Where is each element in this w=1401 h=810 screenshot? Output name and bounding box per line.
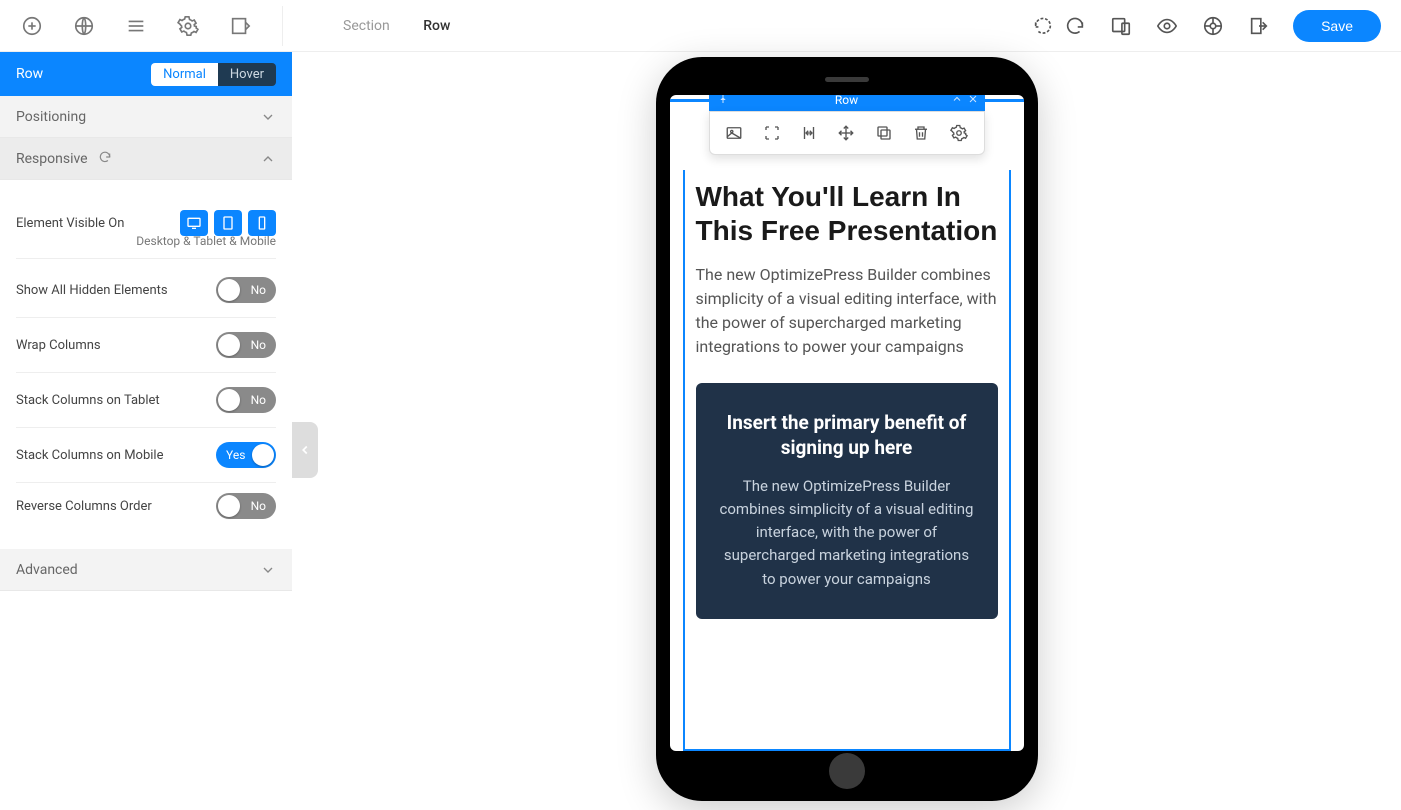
phone-frame: Row What You'll L [656,57,1038,801]
collapse-icon[interactable] [951,95,963,108]
sidebar-title: Row [16,66,43,82]
page-content[interactable]: What You'll Learn In This Free Presentat… [670,99,1024,619]
undo-icon[interactable] [1031,14,1055,38]
visible-on-summary: Desktop & Tablet & Mobile [16,234,276,248]
save-button[interactable]: Save [1293,10,1381,42]
popout-icon[interactable] [228,14,252,38]
top-toolbar: Section Row Save [0,0,1401,52]
pin-icon[interactable] [717,95,729,108]
help-icon[interactable] [1201,14,1225,38]
visible-on-label: Element Visible On [16,216,124,231]
redo-icon[interactable] [1063,14,1087,38]
section-responsive-label: Responsive [16,151,88,167]
gear-icon[interactable] [176,14,200,38]
state-toggle: Normal Hover [151,63,276,86]
card-paragraph[interactable]: The new OptimizePress Builder combines s… [720,475,974,591]
rows-icon[interactable] [124,14,148,38]
show-hidden-toggle[interactable]: No [216,277,276,303]
wrap-columns-toggle[interactable]: No [216,332,276,358]
card-heading[interactable]: Insert the primary benefit of signing up… [720,411,974,460]
section-positioning[interactable]: Positioning [0,96,292,138]
state-normal-button[interactable]: Normal [151,63,218,86]
sidebar: Row Normal Hover Positioning Responsive … [0,52,292,810]
section-advanced[interactable]: Advanced [0,549,292,591]
benefit-card[interactable]: Insert the primary benefit of signing up… [696,383,998,619]
add-icon[interactable] [20,14,44,38]
page-heading[interactable]: What You'll Learn In This Free Presentat… [696,180,998,247]
device-desktop-button[interactable] [180,210,208,236]
preview-icon[interactable] [1155,14,1179,38]
phone-screen: Row What You'll L [670,95,1024,751]
chevron-up-icon [260,151,276,167]
row-toolbar: Row [709,95,985,155]
canvas: Row What You'll L [292,52,1401,810]
reverse-order-label: Reverse Columns Order [16,499,152,514]
close-icon[interactable] [967,95,979,108]
responsive-panel: Element Visible On Desktop & Tablet & Mo… [0,180,292,549]
duplicate-icon[interactable] [869,118,899,148]
device-tablet-button[interactable] [214,210,242,236]
sidebar-header: Row Normal Hover [0,52,292,96]
phone-notch [825,77,869,82]
globe-icon[interactable] [72,14,96,38]
refresh-icon[interactable] [98,150,112,168]
stack-tablet-toggle[interactable]: No [216,387,276,413]
settings-icon[interactable] [944,118,974,148]
stack-mobile-label: Stack Columns on Mobile [16,448,163,463]
breadcrumb-current[interactable]: Row [423,18,450,34]
exit-icon[interactable] [1247,14,1271,38]
reverse-order-toggle[interactable]: No [216,493,276,519]
chevron-down-icon [260,109,276,125]
device-mobile-button[interactable] [248,210,276,236]
fullwidth-icon[interactable] [757,118,787,148]
page-paragraph[interactable]: The new OptimizePress Builder combines s… [696,263,998,359]
state-hover-button[interactable]: Hover [218,63,276,86]
devices-icon[interactable] [1109,14,1133,38]
section-advanced-label: Advanced [16,562,78,578]
wrap-columns-label: Wrap Columns [16,338,101,353]
chevron-down-icon [260,562,276,578]
row-toolbar-label: Row [835,95,858,107]
stack-mobile-toggle[interactable]: Yes [216,442,276,468]
breadcrumb: Section Row [343,18,450,34]
section-positioning-label: Positioning [16,109,86,125]
breadcrumb-parent[interactable]: Section [343,18,390,34]
move-icon[interactable] [831,118,861,148]
sidebar-collapse-handle[interactable] [292,422,318,478]
phone-home-button [829,753,865,789]
align-icon[interactable] [794,118,824,148]
stack-tablet-label: Stack Columns on Tablet [16,393,160,408]
show-hidden-label: Show All Hidden Elements [16,283,168,298]
trash-icon[interactable] [906,118,936,148]
image-icon[interactable] [719,118,749,148]
section-responsive[interactable]: Responsive [0,138,292,180]
